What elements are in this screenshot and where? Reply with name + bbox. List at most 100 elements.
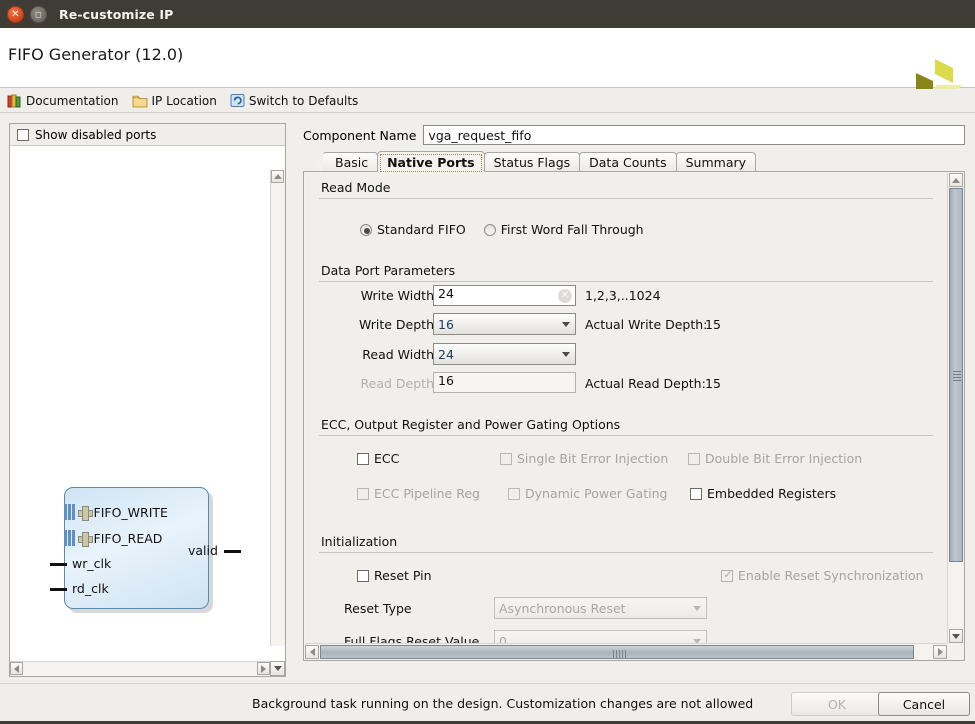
close-icon[interactable]: ✕ — [7, 5, 24, 23]
window-title: Re-customize IP — [59, 6, 174, 22]
read-depth-input: 16 — [433, 372, 576, 393]
scroll-right-button[interactable] — [933, 645, 947, 659]
toolbar-item-label: Switch to Defaults — [248, 93, 359, 108]
write-width-hint: 1,2,3,..1024 — [585, 288, 661, 303]
bus-marker-icon — [64, 530, 75, 546]
tab-label: Status Flags — [493, 155, 571, 170]
scroll-left-button[interactable] — [10, 662, 23, 675]
radio-first-word-fall-through[interactable]: First Word Fall Through — [483, 222, 644, 237]
checkbox-indicator — [721, 568, 734, 582]
cancel-button-label: Cancel — [902, 696, 946, 712]
ip-symbol-panel: Show disabled ports FIFO_WRITE FIFO_READ — [9, 123, 286, 677]
read-depth-label: Read Depth — [360, 376, 434, 391]
refresh-icon — [230, 94, 245, 107]
bus-marker-icon — [64, 504, 75, 520]
tab-status-flags[interactable]: Status Flags — [483, 152, 581, 172]
tab-basic[interactable]: Basic — [312, 152, 379, 173]
dialog-header: FIFO Generator (12.0) — [0, 28, 975, 102]
write-depth-value: 16 — [438, 316, 454, 332]
plus-icon[interactable] — [77, 531, 93, 547]
cancel-button[interactable]: Cancel — [878, 692, 970, 716]
port-fifo-write[interactable]: FIFO_WRITE — [64, 504, 168, 521]
port-label: FIFO_WRITE — [93, 504, 168, 520]
group-divider — [319, 552, 933, 553]
maximize-icon[interactable]: ◻ — [30, 5, 47, 23]
checkbox-label: ECC — [374, 451, 400, 466]
tab-summary[interactable]: Summary — [675, 152, 757, 172]
read-depth-value: 16 — [438, 373, 454, 388]
checkbox-ecc-pipeline-reg: ECC Pipeline Reg — [357, 486, 480, 501]
scroll-down-button[interactable] — [949, 629, 963, 643]
symbol-panel-hscrollbar[interactable] — [10, 661, 270, 676]
toolbar-item-ip-location[interactable]: IP Location — [132, 94, 217, 108]
tab-native-ports[interactable]: Native Ports — [377, 151, 485, 172]
group-divider — [319, 198, 933, 199]
group-data-port-parameters: Data Port Parameters — [319, 263, 933, 282]
clear-icon[interactable]: ✕ — [558, 289, 572, 303]
read-width-combo[interactable]: 24 — [433, 343, 576, 365]
chevron-down-icon[interactable] — [562, 322, 570, 327]
full-flags-reset-value-combo: 0 — [494, 630, 707, 643]
scroll-up-button[interactable] — [271, 170, 284, 183]
show-disabled-ports-row[interactable]: Show disabled ports — [10, 124, 285, 146]
port-valid[interactable]: valid — [188, 543, 218, 558]
toolbar-item-switch-to-defaults[interactable]: Switch to Defaults — [230, 93, 358, 108]
port-wr-clk[interactable]: wr_clk — [72, 556, 111, 571]
radio-standard-fifo[interactable]: Standard FIFO — [360, 222, 466, 237]
actual-write-depth-value: 15 — [705, 317, 721, 332]
write-depth-combo[interactable]: 16 — [433, 313, 576, 335]
group-divider — [319, 281, 933, 282]
component-name-label: Component Name — [303, 127, 417, 143]
toolbar-item-documentation[interactable]: Documentation — [7, 93, 119, 108]
group-initialization: Initialization — [319, 534, 933, 553]
content-hscrollbar[interactable] — [305, 643, 947, 659]
show-disabled-ports-checkbox[interactable] — [17, 128, 29, 141]
checkbox-indicator[interactable] — [690, 487, 702, 500]
scrollbar-grip — [953, 371, 961, 381]
checkbox-label: Enable Reset Synchronization — [738, 568, 924, 583]
write-depth-label: Write Depth — [358, 317, 434, 332]
checkbox-indicator[interactable] — [357, 452, 369, 465]
ok-button-label: OK — [827, 696, 847, 712]
actual-write-depth-label: Actual Write Depth: — [585, 317, 708, 332]
write-width-input[interactable]: 24 ✕ — [433, 285, 576, 306]
port-rd-clk[interactable]: rd_clk — [72, 581, 109, 596]
folder-icon — [132, 95, 148, 107]
content-vscrollbar[interactable] — [947, 173, 963, 643]
chevron-down-icon — [693, 606, 701, 611]
scroll-right-button[interactable] — [257, 662, 270, 675]
scroll-down-button[interactable] — [270, 661, 285, 676]
symbol-canvas[interactable]: FIFO_WRITE FIFO_READ wr_clk rd_clk valid — [10, 147, 270, 661]
port-fifo-read[interactable]: FIFO_READ — [64, 530, 162, 547]
port-label: valid — [188, 543, 218, 558]
checkbox-ecc[interactable]: ECC — [357, 451, 399, 466]
checkbox-indicator — [357, 487, 369, 500]
scroll-left-button[interactable] — [305, 645, 319, 659]
write-width-value: 24 — [438, 286, 454, 301]
pin-rd-clk-wire — [50, 588, 67, 591]
checkbox-indicator[interactable] — [357, 569, 369, 582]
tab-label: Data Counts — [589, 155, 667, 170]
group-ecc-options: ECC, Output Register and Power Gating Op… — [319, 417, 933, 436]
plus-icon[interactable] — [77, 505, 93, 521]
reset-type-combo: Asynchronous Reset — [494, 597, 707, 619]
hscrollbar-thumb[interactable] — [320, 645, 914, 659]
window-titlebar: ✕ ◻ Re-customize IP — [0, 0, 975, 28]
chevron-down-icon[interactable] — [562, 352, 570, 357]
group-title: ECC, Output Register and Power Gating Op… — [321, 417, 621, 432]
tab-label: Summary — [685, 155, 747, 170]
full-flags-reset-value: 0 — [499, 633, 507, 644]
checkbox-reset-pin[interactable]: Reset Pin — [357, 568, 432, 583]
symbol-canvas-wrap: FIFO_WRITE FIFO_READ wr_clk rd_clk valid — [10, 147, 285, 676]
radio-indicator[interactable] — [360, 223, 372, 236]
checkbox-label: Reset Pin — [374, 568, 432, 583]
port-label: rd_clk — [72, 581, 109, 596]
checkbox-embedded-registers[interactable]: Embedded Registers — [690, 486, 836, 501]
symbol-panel-vscrollbar[interactable] — [270, 170, 285, 646]
checkbox-indicator — [688, 452, 700, 465]
tab-data-counts[interactable]: Data Counts — [579, 152, 677, 172]
component-name-input[interactable] — [423, 125, 965, 145]
scroll-up-button[interactable] — [949, 173, 963, 187]
radio-indicator[interactable] — [483, 223, 496, 236]
vscrollbar-thumb[interactable] — [949, 188, 963, 562]
